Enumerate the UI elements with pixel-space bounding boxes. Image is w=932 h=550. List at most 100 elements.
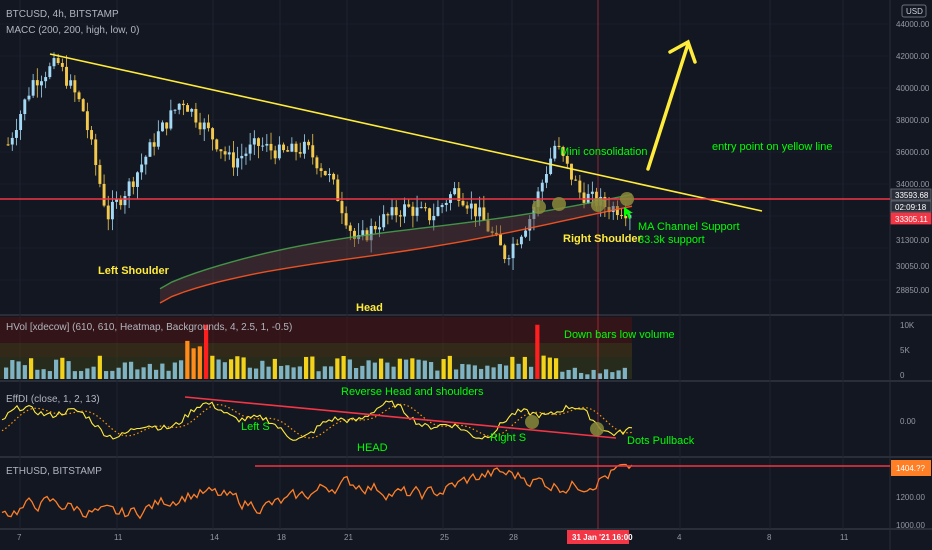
time-tick-label: 21 [344,533,353,542]
volume-bar [279,365,284,379]
candle-body [511,243,515,259]
volume-bar [572,367,577,379]
volume-bar [41,369,46,379]
volume-bar [72,371,77,379]
volume-bar [422,360,427,379]
volume-bar [529,366,534,379]
candle-body [590,191,594,194]
price-tick-label: 30050.00 [896,262,930,271]
time-axis[interactable]: 7 11 14 18 21 25 28 4 8 11 [17,533,849,542]
volume-bar [322,366,327,379]
volume-bar [104,371,109,379]
candle-body [348,225,352,231]
candle-body [503,245,507,260]
candle-body [127,181,131,196]
candle-body [169,110,173,129]
volume-bar [347,359,352,379]
candle-body [35,80,39,86]
volume-bar [197,346,202,379]
price-tick-label: 36000.00 [896,148,930,157]
volume-bar [54,359,59,379]
candle-body [115,199,119,202]
candle-body [219,149,223,152]
price-tick-label: 31300.00 [896,236,930,245]
candle-body [102,183,106,206]
price-axis[interactable]: 44000.00 42000.00 40000.00 38000.00 36000.00… [890,20,932,530]
price-tag-label: 33593.68 [895,191,929,200]
candle-body [311,145,315,158]
candle-body [382,214,386,228]
candle-body [373,225,377,230]
volume-bar [479,368,484,379]
volume-bar [85,368,90,379]
candle-body [52,58,56,67]
volume-bar [10,360,15,379]
volume-bar [554,358,559,379]
eth-header[interactable]: ETHUSD, BITSTAMP [6,466,102,477]
time-tick-label: 25 [440,533,449,542]
candle-body [48,66,52,78]
candle-body [624,215,628,219]
candle-body [186,105,190,112]
volume-bar [541,355,546,379]
label-head-upper: HEAD [357,442,388,454]
candle-body [507,258,511,260]
ma-header[interactable]: MACC (200, 200, high, low, 0) [6,25,139,36]
time-tick-label: 28 [509,533,518,542]
time-tick-label: 18 [277,533,286,542]
candle-body [165,122,169,129]
candle-body [69,80,73,86]
candle-body [144,156,148,165]
candle-body [215,139,219,150]
candle-body [10,137,14,145]
candle-body [290,143,294,152]
volume-bar [591,369,596,379]
price-tick-label: 42000.00 [896,52,930,61]
candle-body [135,172,139,187]
volume-bar [466,364,471,379]
price-tag-label: 33305.11 [895,215,928,224]
candle-body [474,203,477,217]
candle-body [269,143,273,151]
hvol-header[interactable]: HVol [xdecow] (610, 610, Heatmap, Backgr… [6,322,292,333]
volume-bar [266,366,271,379]
volume-bar [547,357,552,379]
trading-chart[interactable]: BTCUSD, 4h, BITSTAMP MACC (200, 200, hig… [0,0,932,550]
candle-body [190,108,194,112]
volume-bar [316,371,321,379]
volume-bar [616,370,621,379]
candle-body [90,130,94,140]
candle-body [436,207,440,216]
candle-body [152,142,156,147]
volume-bar [235,356,240,379]
label-dots-pullback: Dots Pullback [627,435,695,447]
candle-body [286,150,290,152]
volume-bar [229,359,234,379]
volume-bar [441,359,446,379]
effdi-header[interactable]: EffDI (close, 1, 2, 13) [6,394,100,405]
candle-body [31,80,35,96]
effdi-tick-label: 0.00 [900,417,916,426]
volume-bar [416,359,421,379]
label-head: Head [356,302,383,314]
volume-bar [129,361,134,379]
candle-body [252,138,256,145]
candle-body [361,230,365,236]
price-tick-label: 34000.00 [896,180,930,189]
candle-body [81,99,85,112]
eth-pane[interactable] [0,458,890,528]
candle-body [177,103,181,110]
price-tick-label: 44000.00 [896,20,930,29]
label-down-bars: Down bars low volume [564,329,675,341]
volume-bar [435,370,440,379]
hvol-tick-label: 10K [900,321,915,330]
volume-bar [335,358,340,379]
candle-body [432,215,436,221]
volume-bar [454,369,459,379]
candle-body [282,144,285,151]
volume-bar [560,371,565,379]
volume-bar [485,365,490,379]
candle-body [544,174,548,183]
label-entry-point: entry point on yellow line [712,141,832,153]
symbol-header[interactable]: BTCUSD, 4h, BITSTAMP [6,9,119,20]
